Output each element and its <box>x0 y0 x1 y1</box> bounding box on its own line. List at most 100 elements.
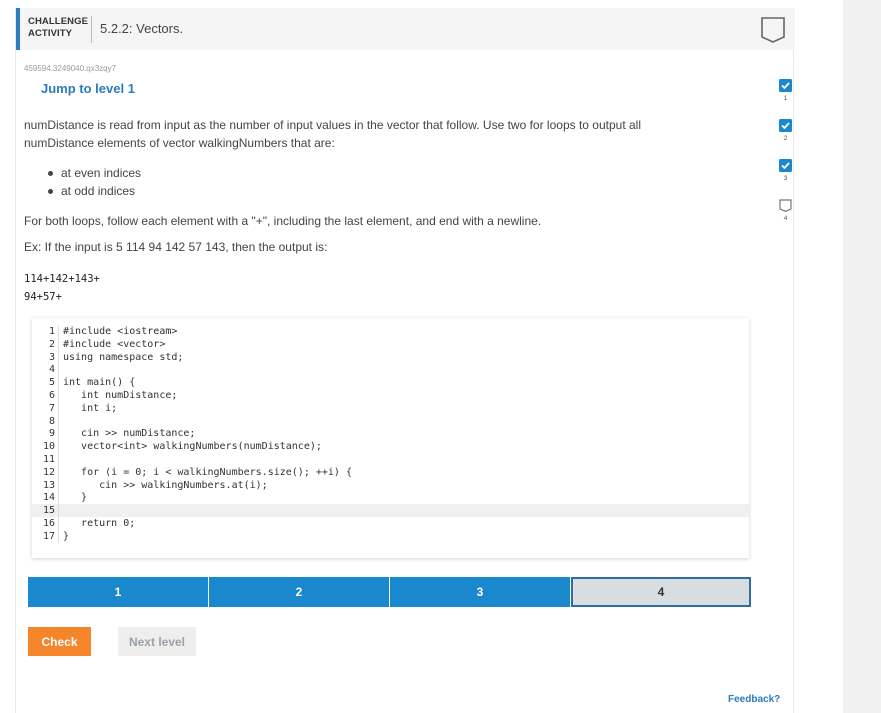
gutter-divider <box>58 504 59 518</box>
line-number: 17 <box>42 530 55 542</box>
level-segment-2[interactable]: 2 <box>209 577 389 607</box>
code-line[interactable]: 8 <box>32 414 749 428</box>
header-separator <box>91 16 92 43</box>
expected-output-line-1: 114+142+143+ <box>24 273 100 285</box>
activity-header: CHALLENGE ACTIVITY 5.2.2: Vectors. <box>16 8 795 50</box>
line-code[interactable]: cin >> walkingNumbers.at(i); <box>63 479 268 492</box>
feedback-link[interactable]: Feedback? <box>728 694 780 705</box>
line-code[interactable]: #include <vector> <box>63 338 165 351</box>
header-accent-bar <box>16 8 20 50</box>
expected-output-line-2: 94+57+ <box>24 291 62 303</box>
code-line[interactable]: 7 int i; <box>32 401 749 415</box>
level-segment-3[interactable]: 3 <box>390 577 570 607</box>
bullet-even: at even indices <box>44 164 141 182</box>
gutter-divider <box>58 389 59 402</box>
level-segment-1[interactable]: 1 <box>28 577 208 607</box>
code-line[interactable]: 15 <box>32 504 749 518</box>
gutter-divider <box>58 401 59 415</box>
gutter-divider <box>58 427 59 441</box>
line-number: 13 <box>42 479 55 491</box>
gutter-divider <box>58 350 59 364</box>
level-check-number: 3 <box>783 175 788 182</box>
instruction-text: For both loops, follow each element with… <box>24 214 542 228</box>
line-number: 8 <box>48 415 55 427</box>
code-line[interactable]: 12 for (i = 0; i < walkingNumbers.size()… <box>32 465 749 479</box>
gutter-divider <box>58 440 59 454</box>
line-code[interactable]: int main() { <box>63 376 135 389</box>
line-number: 16 <box>42 518 55 529</box>
code-line[interactable]: 6 int numDistance; <box>32 389 749 402</box>
code-editor[interactable]: 1 #include <iostream> 2 #include <vector> 3 u… <box>32 318 749 558</box>
gutter-divider <box>58 337 59 351</box>
activity-title: 5.2.2: Vectors. <box>100 21 184 36</box>
gutter-divider <box>58 376 59 390</box>
gutter-divider <box>58 517 59 530</box>
line-number: 5 <box>48 377 55 389</box>
check-complete-icon <box>779 79 792 92</box>
line-code[interactable]: cin >> numDistance; <box>63 427 195 440</box>
problem-description: numDistance is read from input as the nu… <box>24 118 641 150</box>
line-code[interactable]: #include <iostream> <box>63 325 177 338</box>
bullet-list: at even indices at odd indices <box>44 164 141 200</box>
tracking-id: 459594.3249040.qx3zqy7 <box>24 64 117 73</box>
gutter-divider <box>58 325 59 338</box>
line-number: 10 <box>42 441 55 453</box>
gutter-divider <box>58 414 59 428</box>
gutter-divider <box>58 465 59 479</box>
gutter-divider <box>58 529 59 543</box>
level-check-number: 4 <box>783 215 788 222</box>
activity-type-label: CHALLENGE ACTIVITY <box>28 16 88 40</box>
level-segment-4[interactable]: 4 <box>571 577 751 607</box>
line-code[interactable]: for (i = 0; i < walkingNumbers.size(); +… <box>63 466 352 479</box>
gutter-divider <box>58 478 59 492</box>
line-number: 14 <box>42 492 55 504</box>
check-complete-icon <box>779 159 792 172</box>
line-code[interactable]: using namespace std; <box>63 351 183 364</box>
level-check-number: 1 <box>783 95 788 102</box>
code-line[interactable]: 5 int main() { <box>32 376 749 390</box>
line-number: 2 <box>48 338 55 350</box>
bullet-odd: at odd indices <box>44 182 141 200</box>
line-code[interactable]: return 0; <box>63 517 135 530</box>
gutter-divider <box>58 491 59 505</box>
level-check-number: 2 <box>783 135 788 142</box>
code-line[interactable]: 3 using namespace std; <box>32 350 749 364</box>
line-code[interactable]: int i; <box>63 402 117 415</box>
code-line[interactable]: 16 return 0; <box>32 517 749 530</box>
line-number: 1 <box>48 326 55 337</box>
code-line[interactable]: 14 } <box>32 491 749 505</box>
code-line[interactable]: 11 <box>32 453 749 466</box>
code-line[interactable]: 9 cin >> numDistance; <box>32 427 749 441</box>
line-number: 12 <box>42 466 55 478</box>
line-number: 3 <box>48 351 55 363</box>
next-level-button[interactable]: Next level <box>118 627 196 656</box>
check-button[interactable]: Check <box>28 627 91 656</box>
right-gutter <box>843 0 881 713</box>
code-line[interactable]: 2 #include <vector> <box>32 337 749 351</box>
gutter-divider <box>58 453 59 466</box>
activity-type-line2: ACTIVITY <box>28 28 73 39</box>
line-number: 4 <box>48 364 55 376</box>
jump-to-level-link[interactable]: Jump to level 1 <box>41 81 135 96</box>
check-complete-icon <box>779 119 792 132</box>
check-empty-icon <box>779 199 792 212</box>
gutter-divider <box>58 363 59 377</box>
line-number: 7 <box>48 402 55 414</box>
code-line[interactable]: 13 cin >> walkingNumbers.at(i); <box>32 478 749 492</box>
code-line[interactable]: 1 #include <iostream> <box>32 325 749 338</box>
line-number: 6 <box>48 390 55 401</box>
line-code[interactable]: vector<int> walkingNumbers(numDistance); <box>63 440 322 453</box>
line-number: 11 <box>42 454 55 465</box>
line-code[interactable]: int numDistance; <box>63 389 177 402</box>
code-line[interactable]: 17} <box>32 529 749 543</box>
line-code[interactable]: } <box>63 530 69 543</box>
example-text: Ex: If the input is 5 114 94 142 57 143,… <box>24 240 328 254</box>
code-line[interactable]: 4 <box>32 363 749 377</box>
challenge-activity-card: CHALLENGE ACTIVITY 5.2.2: Vectors. 45959… <box>15 8 795 713</box>
line-number: 9 <box>48 428 55 440</box>
activity-type-line1: CHALLENGE <box>28 16 89 27</box>
line-number: 15 <box>42 505 55 517</box>
code-line[interactable]: 10 vector<int> walkingNumbers(numDistanc… <box>32 440 749 454</box>
line-code[interactable]: } <box>63 491 87 504</box>
book-outline-icon[interactable] <box>760 16 786 43</box>
